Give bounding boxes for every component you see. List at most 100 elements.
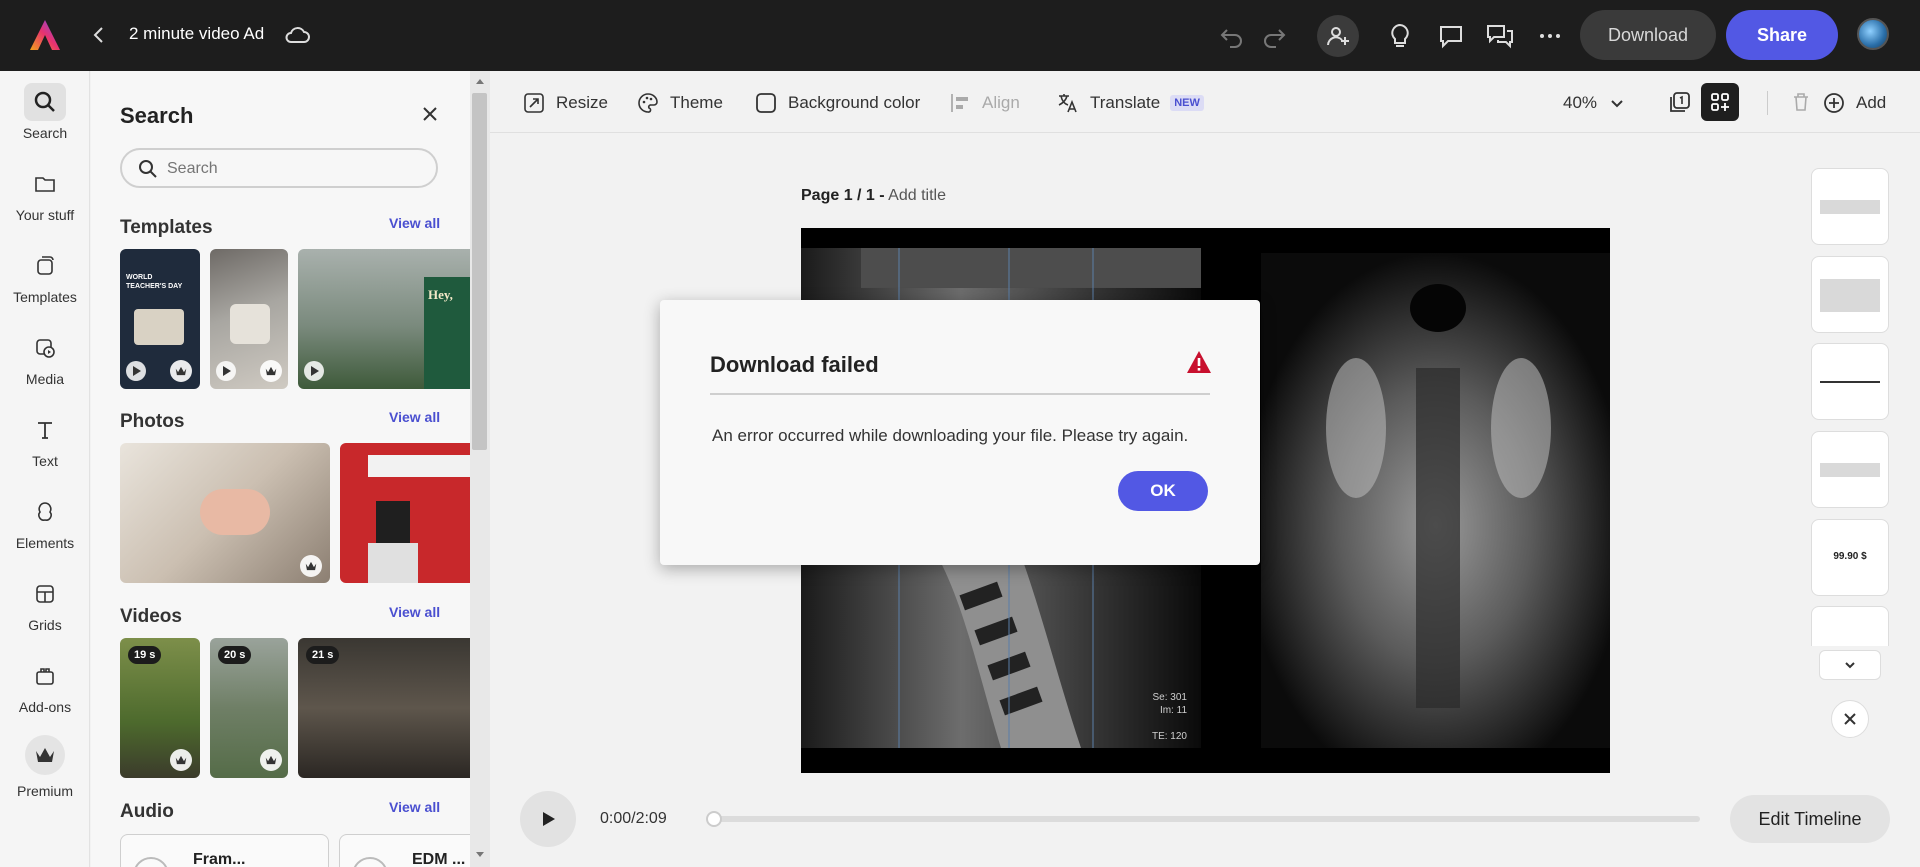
template-thumb[interactable] <box>210 249 288 389</box>
lightbulb-icon[interactable] <box>1387 22 1413 50</box>
rail-item-search[interactable]: Search <box>0 83 90 141</box>
cloud-icon[interactable] <box>283 22 311 48</box>
play-icon <box>216 361 236 381</box>
rail-item-text[interactable]: Text <box>0 411 90 469</box>
template-thumb[interactable]: WORLD TEACHER'S DAY <box>120 249 200 389</box>
background-color-tool[interactable]: Background color <box>754 91 920 115</box>
rail-label: Add-ons <box>18 699 72 715</box>
grid-view-button[interactable] <box>1701 83 1739 121</box>
template-photo <box>230 304 270 344</box>
section-title-photos: Photos <box>120 411 185 432</box>
chat-icon[interactable] <box>1485 22 1515 50</box>
crown-icon <box>260 360 282 382</box>
thumbs-scroll-down-button[interactable] <box>1819 650 1881 680</box>
panel-title: Search <box>120 103 194 128</box>
zoom-select[interactable]: 40% <box>1563 91 1627 115</box>
time-readout: 0:00/2:09 <box>600 810 667 827</box>
rail-item-premium[interactable]: Premium <box>0 735 90 799</box>
invite-button[interactable] <box>1317 15 1359 57</box>
avatar[interactable] <box>1857 18 1889 50</box>
add-title-link[interactable]: Add title <box>888 187 946 204</box>
duration-badge: 20 s <box>218 646 252 664</box>
page-thumb[interactable] <box>1811 343 1889 420</box>
template-thumb-text: WORLD TEACHER'S DAY <box>126 274 183 290</box>
search-box[interactable] <box>120 148 438 188</box>
template-photo <box>134 309 184 345</box>
grid-view-icon <box>1711 93 1729 111</box>
rail-item-grids[interactable]: Grids <box>0 575 90 633</box>
photo-baby-shape <box>200 489 270 535</box>
mri-te-text: TE: 120 <box>1152 731 1187 742</box>
align-icon <box>951 94 968 112</box>
translate-tool[interactable]: Translate NEW <box>1056 91 1204 115</box>
rail-label: Templates <box>13 289 77 305</box>
page-thumb[interactable] <box>1811 256 1889 333</box>
rail-item-your-stuff[interactable]: Your stuff <box>0 165 90 223</box>
back-chevron-icon[interactable] <box>88 24 110 46</box>
edit-timeline-button[interactable]: Edit Timeline <box>1730 795 1890 843</box>
section-title-templates: Templates <box>120 217 213 238</box>
scroll-up-icon[interactable] <box>475 77 485 85</box>
comment-icon[interactable] <box>1437 22 1465 50</box>
rail-item-templates[interactable]: Templates <box>0 247 90 305</box>
rail-label: Media <box>25 371 65 387</box>
add-page-button[interactable]: Add <box>1822 91 1886 115</box>
template-thumb[interactable]: Hey, <box>298 249 470 389</box>
audio-play-icon <box>352 857 388 867</box>
crown-icon <box>300 555 322 577</box>
scrollbar-thumb[interactable] <box>472 93 487 450</box>
duration-badge: 21 s <box>306 646 340 664</box>
play-button[interactable] <box>520 791 576 847</box>
scroll-down-icon[interactable] <box>475 851 485 859</box>
page-thumb[interactable]: 99.90 $ <box>1811 519 1889 596</box>
undo-icon[interactable] <box>1218 22 1246 50</box>
redo-icon[interactable] <box>1260 22 1288 50</box>
adobe-express-logo[interactable] <box>28 18 62 52</box>
view-all-audio-link[interactable]: View all <box>389 799 440 815</box>
share-button[interactable]: Share <box>1726 10 1838 60</box>
media-icon <box>36 339 55 358</box>
chevron-down-icon <box>1611 100 1623 108</box>
pages-icon <box>1670 92 1690 112</box>
download-button[interactable]: Download <box>1580 10 1716 60</box>
theme-tool[interactable]: Theme <box>636 91 723 115</box>
view-all-photos-link[interactable]: View all <box>389 409 440 425</box>
close-icon[interactable] <box>418 102 442 126</box>
addons-icon <box>36 668 54 685</box>
photo-thumb[interactable] <box>340 443 470 583</box>
view-all-videos-link[interactable]: View all <box>389 604 440 620</box>
search-icon <box>139 160 157 178</box>
text-icon <box>38 422 52 439</box>
resize-tool[interactable]: Resize <box>522 91 608 115</box>
ok-button[interactable]: OK <box>1118 471 1208 511</box>
photo-thumb[interactable] <box>120 443 330 583</box>
chevron-down-icon <box>1845 662 1855 669</box>
video-thumb[interactable]: 21 s <box>298 638 470 778</box>
video-thumb[interactable]: 20 s <box>210 638 288 778</box>
search-icon <box>34 91 55 112</box>
audio-card[interactable]: Fram... <box>120 834 329 867</box>
search-input[interactable] <box>167 158 417 180</box>
dialog-divider <box>710 393 1210 395</box>
rail-item-media[interactable]: Media <box>0 329 90 387</box>
crown-icon <box>170 749 192 771</box>
more-icon[interactable] <box>1535 22 1565 50</box>
align-tool[interactable]: Align <box>948 91 1020 115</box>
delete-page-button[interactable] <box>1782 83 1820 121</box>
page-thumb[interactable] <box>1811 168 1889 245</box>
close-thumbs-button[interactable] <box>1831 700 1869 738</box>
audio-card[interactable]: EDM ... <box>339 834 470 867</box>
pages-button[interactable] <box>1661 83 1699 121</box>
templates-icon <box>37 256 54 275</box>
page-thumb[interactable] <box>1811 431 1889 508</box>
timeline-knob[interactable] <box>706 811 722 827</box>
view-all-templates-link[interactable]: View all <box>389 215 440 231</box>
rail-item-elements[interactable]: Elements <box>0 493 90 551</box>
document-title[interactable]: 2 minute video Ad <box>129 24 264 44</box>
page-thumb[interactable] <box>1811 606 1889 646</box>
theme-label: Theme <box>670 93 723 112</box>
video-thumb[interactable]: 19 s <box>120 638 200 778</box>
photo-white-bar <box>368 455 470 477</box>
rail-item-add-ons[interactable]: Add-ons <box>0 657 90 715</box>
timeline-track[interactable] <box>710 816 1700 822</box>
